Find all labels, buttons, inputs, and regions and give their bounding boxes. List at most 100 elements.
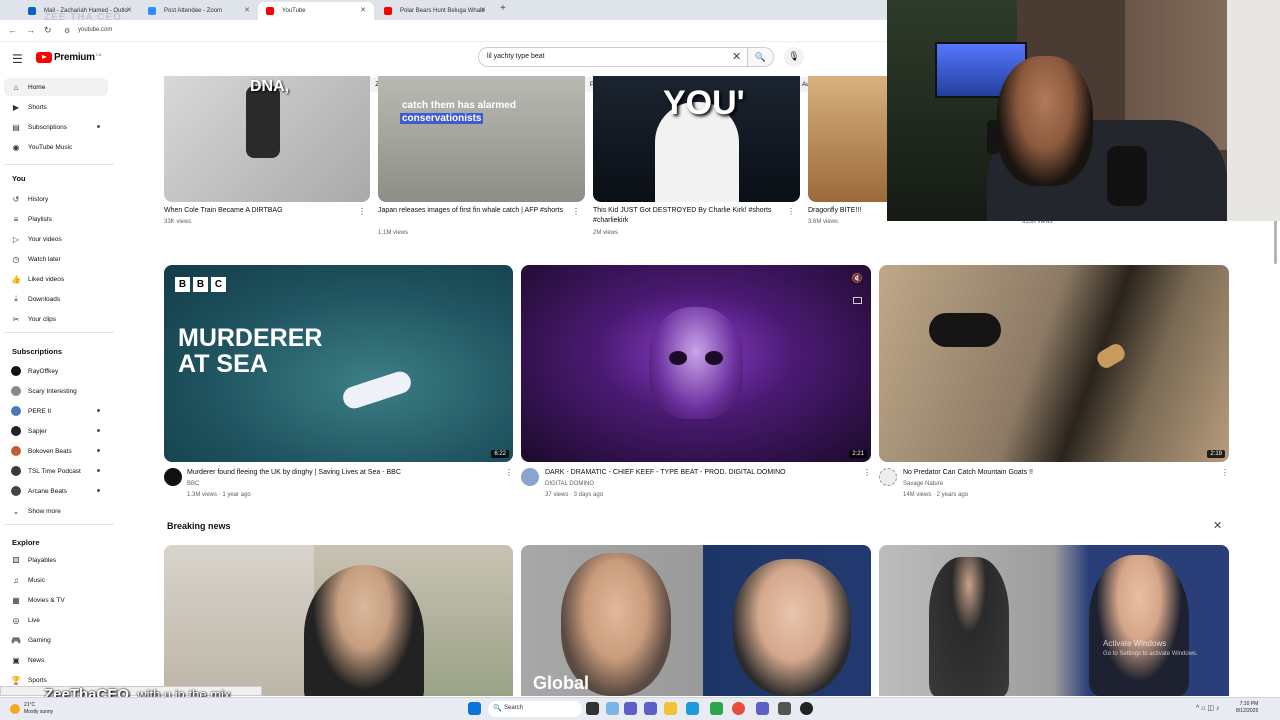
sidebar-item-news[interactable]: ▣ News xyxy=(4,651,108,669)
video-thumbnail-1[interactable]: B B C MURDERER AT SEA 6:22 xyxy=(164,265,513,462)
more-options-icon[interactable]: ⋮ xyxy=(863,468,871,477)
sidebar-item-tsl-time-podcast[interactable]: TSL Time Podcast xyxy=(4,462,108,480)
captions-icon[interactable] xyxy=(853,297,862,304)
clock[interactable]: 7:10 PM 8/12/2025 xyxy=(1236,701,1258,715)
sidebar-item-movies-tv[interactable]: ▦ Movies & TV xyxy=(4,591,108,609)
tab-label: Polar Bears Hunt Beluga Whale xyxy=(400,8,485,14)
store-icon[interactable] xyxy=(710,702,723,715)
file-explorer-icon[interactable] xyxy=(664,702,677,715)
close-icon[interactable]: ✕ xyxy=(126,6,132,14)
search-button[interactable]: 🔍 xyxy=(748,47,774,67)
sidebar-item-your-videos[interactable]: ▷ Your videos xyxy=(4,230,108,248)
teams-icon[interactable] xyxy=(624,702,637,715)
bear-shape xyxy=(929,313,1001,347)
sidebar-item-playables[interactable]: ⚄ Playables xyxy=(4,551,108,569)
tab-polar-bears[interactable]: Polar Bears Hunt Beluga Whale ✕ xyxy=(376,2,494,20)
video-title[interactable]: DARK - DRAMATIC - CHIEF KEEF - TYPE BEAT… xyxy=(545,468,855,478)
sidebar-item-watch-later[interactable]: ◷ Watch later xyxy=(4,250,108,268)
sidebar-item-downloads[interactable]: ⤓ Downloads xyxy=(4,290,108,308)
mute-icon[interactable]: 🔇 xyxy=(852,273,863,284)
channel-avatar[interactable] xyxy=(521,468,539,486)
zoom-app-icon[interactable] xyxy=(756,702,769,715)
windows-start-icon[interactable] xyxy=(468,702,481,715)
video-title[interactable]: No Predator Can Catch Mountain Goats !! xyxy=(903,468,1213,478)
close-icon[interactable]: ✕ xyxy=(244,6,250,14)
news-thumbnail-2[interactable]: Global xyxy=(521,545,871,696)
sidebar-item-pere-ii[interactable]: PERE II xyxy=(4,402,108,420)
channel-avatar[interactable] xyxy=(164,468,182,486)
sidebar-item-bokoven-beats[interactable]: Bokoven Beats xyxy=(4,442,108,460)
widgets-icon[interactable] xyxy=(606,702,619,715)
more-options-icon[interactable]: ⋮ xyxy=(505,468,513,477)
video-thumbnail-2[interactable]: 🔇 2:21 xyxy=(521,265,871,462)
section-explore[interactable]: Explore xyxy=(12,538,40,547)
short-thumbnail-2[interactable]: catch them has alarmed conservationists xyxy=(378,76,585,202)
scrollbar-thumb[interactable] xyxy=(1274,218,1277,264)
back-icon[interactable]: ← xyxy=(8,25,17,35)
sidebar-item-sapjer[interactable]: Sapjer xyxy=(4,422,108,440)
news-thumbnail-3[interactable]: Activate Windows Go to Settings to activ… xyxy=(879,545,1229,696)
more-options-icon[interactable]: ⋮ xyxy=(787,207,795,216)
task-view-icon[interactable] xyxy=(586,702,599,715)
sidebar-item-subscriptions[interactable]: ▤ Subscriptions xyxy=(4,118,108,136)
channel-name[interactable]: DIGITAL DOMINO xyxy=(545,479,594,490)
short-title[interactable]: When Cole Train Became A DIRTBAG xyxy=(164,206,354,216)
sidebar-item-live[interactable]: ◎ Live xyxy=(4,611,108,629)
more-options-icon[interactable]: ⋮ xyxy=(358,207,366,216)
section-you[interactable]: You xyxy=(12,174,26,183)
news-thumbnail-1[interactable] xyxy=(164,545,513,696)
clear-icon[interactable]: ✕ xyxy=(732,50,741,63)
sidebar-item-shorts[interactable]: ▶ Shorts xyxy=(4,98,108,116)
sidebar-item-gaming[interactable]: 🎮 Gaming xyxy=(4,631,108,649)
sidebar-item-arcane-beats[interactable]: Arcane Beats xyxy=(4,482,108,500)
system-tray-icon[interactable]: ^ ⌂ ◫ ♪ xyxy=(1196,704,1219,712)
tab-youtube[interactable]: YouTube ✕ xyxy=(258,2,374,20)
edge-icon[interactable] xyxy=(686,702,699,715)
youtube-logo[interactable]: Premium CA xyxy=(36,52,101,63)
new-tab-button[interactable]: + xyxy=(500,3,506,14)
settings-icon[interactable] xyxy=(778,702,791,715)
channel-avatar[interactable] xyxy=(879,468,897,486)
sidebar-item-home[interactable]: ⌂ Home xyxy=(4,78,108,96)
close-icon[interactable]: ✕ xyxy=(360,6,366,14)
short-thumbnail-3[interactable]: YOU' xyxy=(593,76,800,202)
sidebar-item-history[interactable]: ↺ History xyxy=(4,190,108,208)
sidebar-item-playlists[interactable]: ≡ Playlists xyxy=(4,210,108,228)
close-icon[interactable]: ✕ xyxy=(1213,519,1222,532)
weather-widget[interactable]: 21°C Mostly sunny xyxy=(10,702,53,716)
sidebar-item-liked-videos[interactable]: 👍 Liked videos xyxy=(4,270,108,288)
obs-icon[interactable] xyxy=(800,702,813,715)
sidebar-item-music[interactable]: ♫ Music xyxy=(4,571,108,589)
sidebar-item-your-clips[interactable]: ✂ Your clips xyxy=(4,310,108,328)
sidebar-item-youtube-music[interactable]: ◉ YouTube Music xyxy=(4,138,108,156)
sidebar-item-label: PERE II xyxy=(28,407,52,415)
more-options-icon[interactable]: ⋮ xyxy=(1221,468,1229,477)
short-title[interactable]: This Kid JUST Got DESTROYED By Charlie K… xyxy=(593,206,783,226)
chrome-icon[interactable] xyxy=(732,702,745,715)
video-title[interactable]: Murderer found fleeing the UK by dinghy … xyxy=(187,468,497,478)
channel-name[interactable]: Savage Nature xyxy=(903,479,943,490)
close-icon[interactable]: ✕ xyxy=(480,6,486,14)
voice-search-button[interactable]: 🎙 xyxy=(784,47,804,67)
short-title[interactable]: Japan releases images of first fin whale… xyxy=(378,206,568,216)
goat-shape xyxy=(1094,341,1128,371)
short-thumbnail-1[interactable]: DNA, xyxy=(164,76,370,202)
short-thumbnail-4[interactable] xyxy=(808,76,898,202)
sidebar-item-scary-interesting[interactable]: Scary Interesting xyxy=(4,382,108,400)
video-thumbnail-3[interactable]: 2:19 xyxy=(879,265,1229,462)
taskbar-search[interactable]: 🔍 Search xyxy=(488,701,582,717)
more-options-icon[interactable]: ⋮ xyxy=(572,207,580,216)
sidebar-item-rayoffkey[interactable]: RayOffkey xyxy=(4,362,108,380)
reload-icon[interactable]: ↻ xyxy=(44,25,52,36)
teams-icon[interactable] xyxy=(644,702,657,715)
section-subscriptions[interactable]: Subscriptions xyxy=(12,347,62,356)
site-info-icon[interactable]: ⚙ xyxy=(64,27,70,35)
menu-icon[interactable]: ☰ xyxy=(12,52,23,66)
short-title[interactable]: Dragonfly BITE!!! xyxy=(808,206,888,216)
url-field[interactable]: youtube.com xyxy=(78,27,112,33)
channel-name[interactable]: BBC xyxy=(187,479,199,490)
tab-zoom[interactable]: Post Attendee - Zoom ✕ xyxy=(140,2,258,20)
forward-icon[interactable]: → xyxy=(26,25,35,35)
sidebar-item-show-more[interactable]: ⌄ Show more xyxy=(4,502,108,520)
search-input[interactable]: lil yachty type beat xyxy=(478,47,748,67)
